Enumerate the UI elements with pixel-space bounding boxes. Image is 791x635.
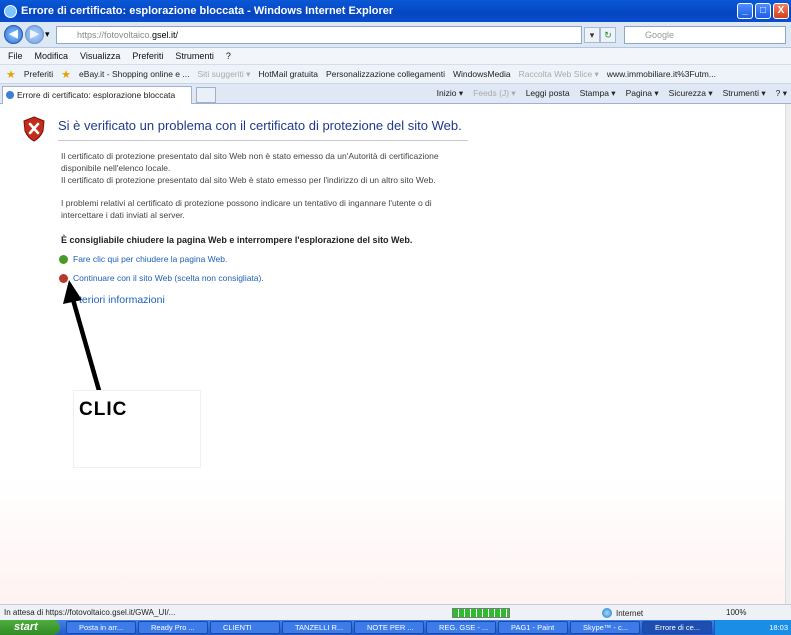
annotation-arrow bbox=[63, 280, 103, 397]
status-text: In attesa di https://fotovoltaico.gsel.i… bbox=[4, 608, 176, 617]
close-page-link-row[interactable]: Fare clic qui per chiudere la pagina Web… bbox=[59, 254, 227, 264]
progress-fill bbox=[453, 609, 509, 617]
taskbar-item[interactable]: PAG1 - Paint bbox=[498, 621, 568, 634]
cmd-page[interactable]: Pagina ▾ bbox=[626, 88, 659, 99]
para1-line1: Il certificato di protezione presentato … bbox=[61, 151, 439, 161]
para1-line2: disponibile nell'elenco locale. bbox=[61, 163, 171, 173]
taskbar-item[interactable]: CLIENTI bbox=[210, 621, 280, 634]
favorites-button[interactable]: Preferiti bbox=[24, 69, 53, 79]
url-host: gsel.it/ bbox=[152, 30, 179, 40]
para2-line2: intercettare i dati inviati al server. bbox=[61, 210, 185, 220]
cmd-feeds[interactable]: Feeds (J) ▾ bbox=[473, 88, 516, 99]
taskbar-item[interactable]: Ready Pro ... bbox=[138, 621, 208, 634]
favorite-link-customize[interactable]: Personalizzazione collegamenti bbox=[326, 69, 445, 79]
clock: 18:03 bbox=[769, 623, 788, 632]
window-title: Errore di certificato: esplorazione bloc… bbox=[21, 5, 394, 17]
new-tab-button[interactable] bbox=[196, 87, 216, 103]
page-content: Si è verificato un problema con il certi… bbox=[0, 104, 785, 604]
taskbar-item[interactable]: TANZELLI R... bbox=[282, 621, 352, 634]
window-title-bar[interactable]: Errore di certificato: esplorazione bloc… bbox=[0, 0, 791, 22]
zone-label: Internet bbox=[616, 608, 644, 618]
status-bar: In attesa di https://fotovoltaico.gsel.i… bbox=[0, 604, 791, 620]
favorite-link-suggested[interactable]: Siti suggeriti ▾ bbox=[197, 69, 250, 80]
favorite-link-immobiliare[interactable]: www.immobiliare.it%3Futm... bbox=[607, 69, 716, 79]
menu-strumenti[interactable]: Strumenti bbox=[175, 51, 214, 61]
internet-explorer-icon bbox=[4, 4, 17, 18]
address-input[interactable]: https://fotovoltaico.gsel.it/ bbox=[56, 26, 582, 44]
tab-certificate-error[interactable]: Errore di certificato: esplorazione bloc… bbox=[2, 86, 192, 104]
menu-file[interactable]: File bbox=[8, 51, 23, 61]
zoom-level[interactable]: 100% bbox=[726, 608, 746, 617]
taskbar-item[interactable]: Errore di ce... bbox=[642, 621, 712, 634]
menu-bar: File Modifica Visualizza Preferiti Strum… bbox=[0, 48, 791, 65]
cmd-tools[interactable]: Strumenti ▾ bbox=[723, 88, 766, 99]
search-input[interactable]: Google bbox=[624, 26, 786, 44]
title-divider bbox=[58, 140, 468, 141]
security-zone[interactable]: Internet bbox=[602, 608, 643, 618]
add-favorite-icon[interactable]: ★ bbox=[61, 68, 71, 81]
loading-progress-bar bbox=[452, 608, 510, 618]
refresh-button[interactable]: ↻ bbox=[600, 27, 616, 43]
taskbar-item[interactable]: NOTE PER ... bbox=[354, 621, 424, 634]
cmd-help[interactable]: ? ▾ bbox=[776, 88, 787, 99]
favorite-link-ebay[interactable]: eBay.it - Shopping online e ... bbox=[79, 69, 189, 79]
green-shield-icon bbox=[59, 254, 68, 264]
globe-icon bbox=[602, 608, 612, 618]
favorites-bar: ★ Preferiti ★ eBay.it - Shopping online … bbox=[0, 65, 791, 84]
start-button[interactable]: start bbox=[0, 620, 60, 635]
menu-visualizza[interactable]: Visualizza bbox=[80, 51, 120, 61]
maximize-button[interactable]: □ bbox=[755, 3, 771, 19]
close-page-link[interactable]: Fare clic qui per chiudere la pagina Web… bbox=[73, 254, 227, 264]
favorites-star-icon: ★ bbox=[6, 68, 16, 81]
cmd-print[interactable]: Stampa ▾ bbox=[580, 88, 616, 99]
favorite-link-windowsmedia[interactable]: WindowsMedia bbox=[453, 69, 511, 79]
favorite-link-webslice[interactable]: Raccolta Web Slice ▾ bbox=[519, 69, 599, 80]
taskbar-item[interactable]: Skype™ - c... bbox=[570, 621, 640, 634]
system-tray: 18:03 bbox=[714, 620, 791, 635]
command-bar: Inizio ▾ Feeds (J) ▾ Leggi posta Stampa … bbox=[437, 88, 787, 99]
url-prefix: https://fotovoltaico. bbox=[77, 30, 153, 40]
error-title: Si è verificato un problema con il certi… bbox=[58, 118, 462, 133]
back-button[interactable]: ◀ bbox=[4, 25, 23, 44]
minimize-button[interactable]: _ bbox=[737, 3, 753, 19]
search-placeholder: Google bbox=[645, 30, 675, 40]
recommendation-text: È consigliabile chiudere la pagina Web e… bbox=[61, 235, 413, 245]
error-shield-icon bbox=[23, 116, 45, 142]
menu-modifica[interactable]: Modifica bbox=[35, 51, 69, 61]
history-dropdown[interactable]: ▾ bbox=[45, 29, 50, 40]
menu-help[interactable]: ? bbox=[226, 51, 231, 61]
close-window-button[interactable]: X bbox=[773, 3, 789, 19]
cmd-read-mail[interactable]: Leggi posta bbox=[526, 88, 570, 99]
vertical-scrollbar[interactable] bbox=[785, 104, 791, 604]
cmd-home[interactable]: Inizio ▾ bbox=[437, 88, 463, 99]
annotation-clic-text: CLIC bbox=[79, 399, 128, 420]
favorite-link-hotmail[interactable]: HotMail gratuita bbox=[258, 69, 318, 79]
cmd-safety[interactable]: Sicurezza ▾ bbox=[669, 88, 713, 99]
error-paragraph-1: Il certificato di protezione presentato … bbox=[61, 150, 481, 186]
para2-line1: I problemi relativi al certificato di pr… bbox=[61, 198, 432, 208]
menu-preferiti[interactable]: Preferiti bbox=[132, 51, 163, 61]
address-toolbar: ◀ ▶ ▾ https://fotovoltaico.gsel.it/ ▾ ↻ … bbox=[0, 22, 791, 48]
tab-row: Errore di certificato: esplorazione bloc… bbox=[0, 84, 791, 104]
windows-taskbar: start Posta in arr... Ready Pro ... CLIENT… bbox=[0, 620, 791, 635]
taskbar-item[interactable]: Posta in arr... bbox=[66, 621, 136, 634]
error-paragraph-2: I problemi relativi al certificato di pr… bbox=[61, 197, 481, 221]
forward-button[interactable]: ▶ bbox=[25, 25, 44, 44]
para1-line3: Il certificato di protezione presentato … bbox=[61, 175, 436, 185]
address-dropdown-button[interactable]: ▾ bbox=[584, 27, 600, 43]
taskbar-item[interactable]: REG. GSE - ... bbox=[426, 621, 496, 634]
